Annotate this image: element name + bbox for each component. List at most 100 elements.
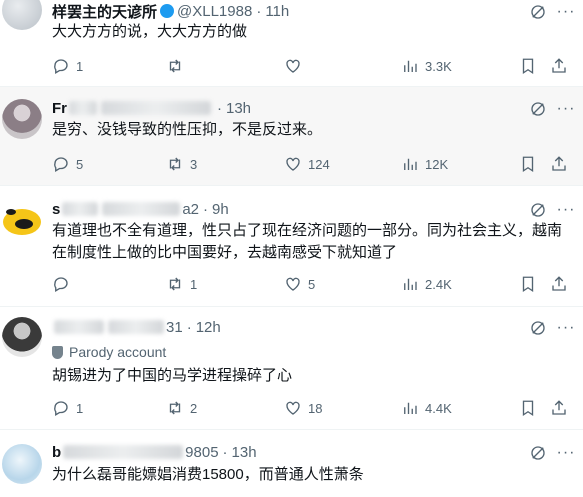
action-bar: 1 3.3K <box>0 54 583 78</box>
grok-icon[interactable] <box>529 100 547 118</box>
share-icon <box>552 400 566 415</box>
views-count: 4.4K <box>425 400 452 416</box>
author-handle[interactable]: @XLL1988 <box>177 3 252 20</box>
share-icon <box>552 58 566 73</box>
more-icon[interactable]: ··· <box>557 201 575 219</box>
views-icon <box>404 60 417 72</box>
like-count: 18 <box>308 400 323 416</box>
like-icon <box>286 401 300 415</box>
post[interactable]: b 9805 · 13h ··· 为什么磊哥能嫖娼消费15800，而普通人性萧条 <box>0 430 583 497</box>
bookmark-icon <box>522 156 534 173</box>
avatar[interactable] <box>2 0 42 30</box>
redacted-name <box>62 202 99 216</box>
post[interactable]: s a2 · 9h ··· 有道理也不全有道理，性只占了现在经济问题的一部分。同… <box>0 186 583 307</box>
views-count: 12K <box>425 156 449 172</box>
bookmark-button[interactable] <box>519 396 537 420</box>
views-icon <box>404 278 417 290</box>
author-name[interactable]: 样罢主的天谚所 <box>52 1 157 22</box>
avatar[interactable] <box>2 317 42 357</box>
like-icon <box>286 277 300 291</box>
repost-button[interactable]: 2 <box>166 396 197 420</box>
repost-button[interactable]: 3 <box>166 152 197 176</box>
share-button[interactable] <box>550 396 568 420</box>
views-count: 3.3K <box>425 58 452 74</box>
post-time[interactable]: 13h <box>226 100 251 117</box>
post-header: 样罢主的天谚所 @XLL1988 · 11h <box>52 1 289 21</box>
views-button[interactable]: 2.4K <box>401 272 452 296</box>
author-handle[interactable]: 9805 <box>185 444 218 461</box>
post-header: Fr · 13h <box>52 98 251 118</box>
views-button[interactable]: 12K <box>401 152 448 176</box>
avatar[interactable] <box>2 444 42 484</box>
separator: · <box>203 200 209 218</box>
parody-label-text: Parody account <box>69 344 167 360</box>
repost-count: 1 <box>190 276 198 292</box>
bookmark-button[interactable] <box>519 54 537 78</box>
author-name[interactable]: s <box>52 201 60 218</box>
grok-icon[interactable] <box>529 444 547 462</box>
reply-count: 1 <box>76 400 84 416</box>
grok-icon[interactable] <box>529 319 547 337</box>
reply-button[interactable]: 1 <box>52 396 83 420</box>
like-button[interactable]: 124 <box>284 152 330 176</box>
like-button[interactable]: 5 <box>284 272 315 296</box>
emoji-avatar-icon <box>3 209 41 235</box>
share-button[interactable] <box>550 54 568 78</box>
redacted-handle <box>108 320 164 334</box>
separator: · <box>186 318 192 336</box>
reply-button[interactable]: 5 <box>52 152 83 176</box>
share-button[interactable] <box>550 152 568 176</box>
post-header: s a2 · 9h <box>52 199 229 219</box>
avatar[interactable] <box>2 198 42 238</box>
more-icon[interactable]: ··· <box>557 100 575 118</box>
views-button[interactable]: 4.4K <box>401 396 452 420</box>
author-name[interactable]: Fr <box>52 100 67 117</box>
avatar[interactable] <box>2 99 42 139</box>
bookmark-button[interactable] <box>519 272 537 296</box>
more-icon[interactable]: ··· <box>557 319 575 337</box>
post-header: b 9805 · 13h <box>52 442 257 462</box>
bookmark-icon <box>522 400 534 417</box>
repost-count: 2 <box>190 400 198 416</box>
reply-button[interactable]: 1 <box>52 54 83 78</box>
repost-icon <box>169 401 181 415</box>
share-icon <box>552 276 566 291</box>
post-text: 胡锡进为了中国的马学进程操碎了心 <box>52 367 293 384</box>
more-icon[interactable]: ··· <box>557 444 575 462</box>
post[interactable]: Fr · 13h ··· 是穷、没钱导致的性压抑，不是反过来。 5 3 124 … <box>0 87 583 186</box>
parody-label: Parody account <box>52 342 166 362</box>
bookmark-icon <box>522 276 534 293</box>
redacted-handle <box>101 101 211 115</box>
more-icon[interactable]: ··· <box>557 3 575 21</box>
like-count: 5 <box>308 276 316 292</box>
author-handle[interactable]: 31 <box>166 319 183 336</box>
post-time[interactable]: 12h <box>196 319 221 336</box>
bookmark-button[interactable] <box>519 152 537 176</box>
repost-button[interactable]: 1 <box>166 272 197 296</box>
repost-icon <box>169 157 181 171</box>
repost-button[interactable] <box>166 54 190 78</box>
redacted-name <box>63 445 184 459</box>
post[interactable]: 样罢主的天谚所 @XLL1988 · 11h ··· 大大方方的说，大大方方的做… <box>0 0 583 87</box>
author-name[interactable]: b <box>52 444 61 461</box>
post-time[interactable]: 9h <box>212 201 229 218</box>
reply-button[interactable] <box>52 272 76 296</box>
views-button[interactable]: 3.3K <box>401 54 452 78</box>
reply-count: 5 <box>76 156 84 172</box>
post[interactable]: 31 · 12h ··· Parody account 胡锡进为了中国的马学进程… <box>0 307 583 430</box>
like-button[interactable] <box>284 54 308 78</box>
grok-icon[interactable] <box>529 3 547 21</box>
share-icon <box>552 156 566 171</box>
post-time[interactable]: 11h <box>265 3 289 20</box>
like-icon <box>286 157 300 171</box>
like-button[interactable]: 18 <box>284 396 322 420</box>
views-count: 2.4K <box>425 276 452 292</box>
post-time[interactable]: 13h <box>232 444 257 461</box>
repost-count: 3 <box>190 156 198 172</box>
like-icon <box>286 59 300 73</box>
views-icon <box>404 158 417 170</box>
author-handle[interactable]: a2 <box>182 201 199 218</box>
grok-icon[interactable] <box>529 201 547 219</box>
share-button[interactable] <box>550 272 568 296</box>
repost-icon <box>169 59 181 73</box>
